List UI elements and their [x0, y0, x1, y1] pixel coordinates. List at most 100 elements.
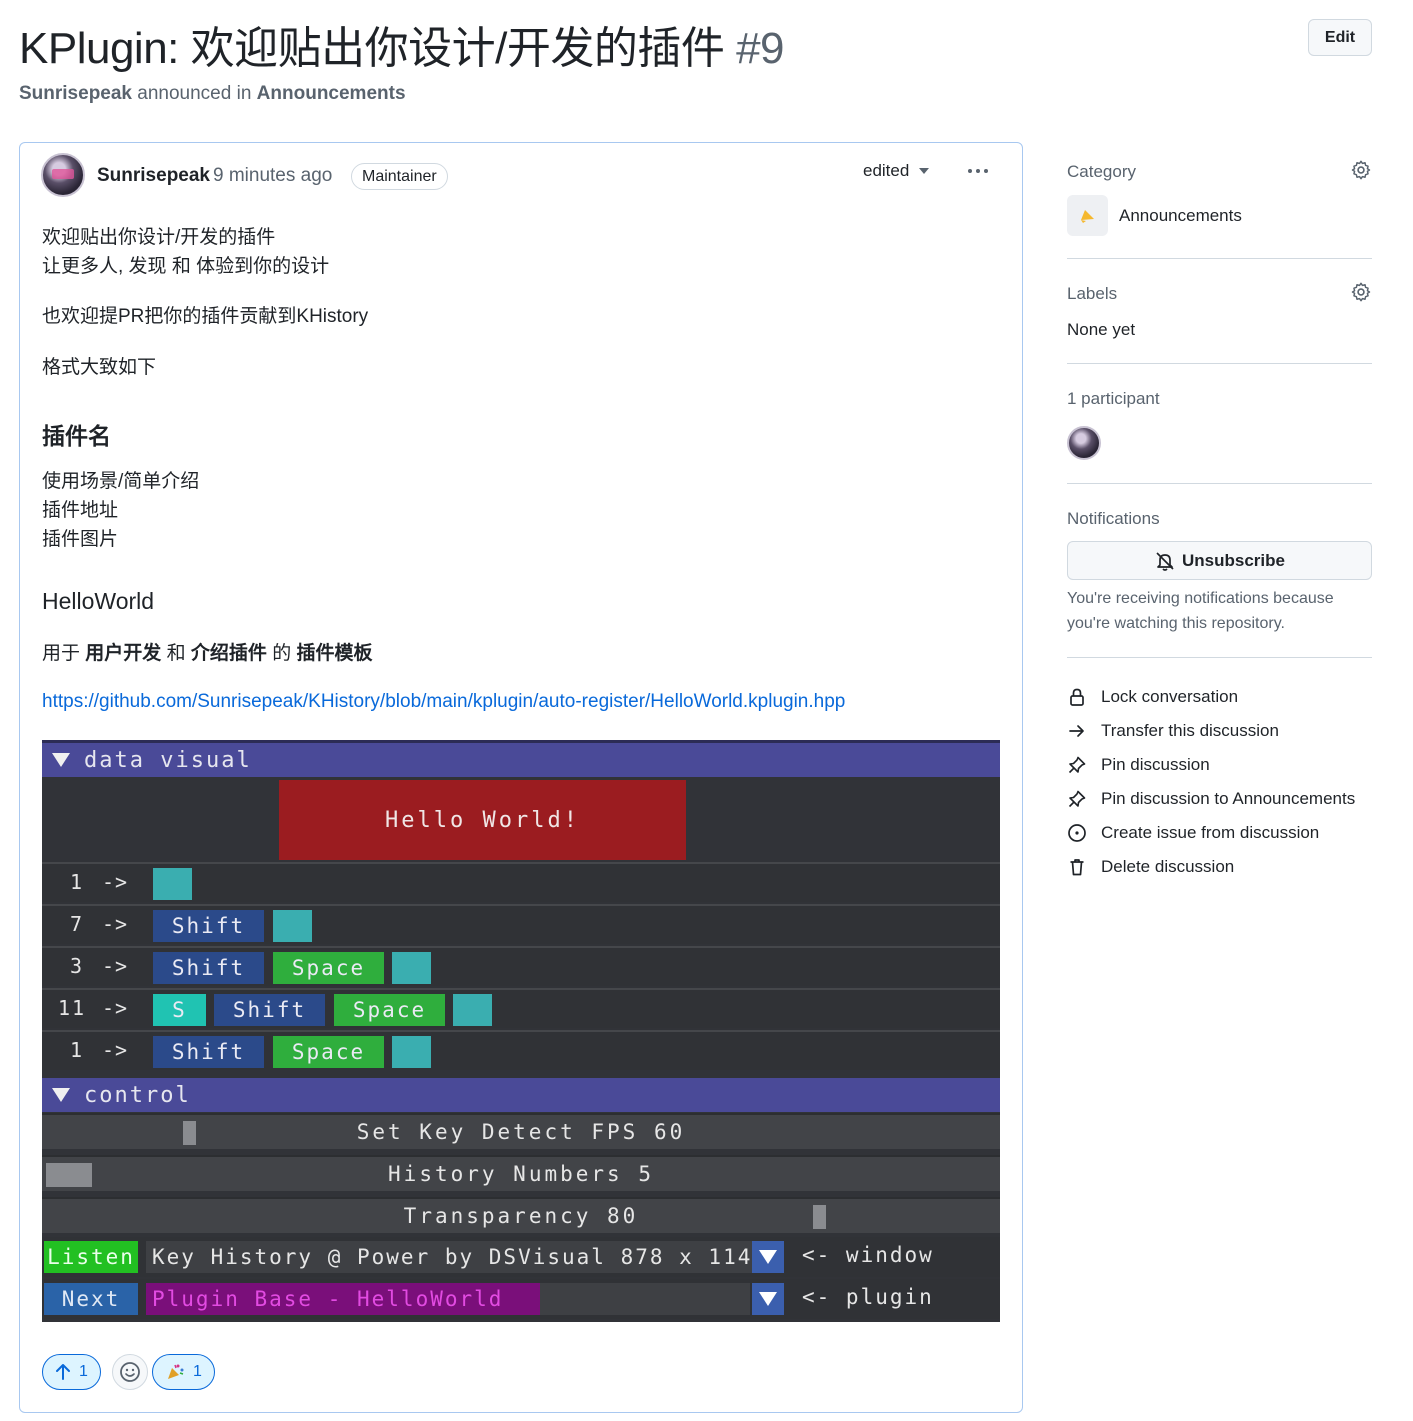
key-count: 1: [70, 870, 85, 894]
slider-label: History Numbers 5: [388, 1162, 654, 1186]
slider-grab: [183, 1121, 196, 1145]
discussion-post: Sunrisepeak 9 minutes ago Maintainer edi…: [19, 142, 1023, 1413]
plugin-label: <- plugin: [802, 1285, 934, 1309]
next-button: Next: [44, 1283, 138, 1315]
action-label: Delete discussion: [1101, 857, 1235, 876]
subtitle-author-link[interactable]: Sunrisepeak: [19, 83, 132, 104]
unsubscribe-label: Unsubscribe: [1182, 550, 1285, 570]
dropdown-arrow-icon: [752, 1283, 784, 1315]
key-history-row: 1 ->: [42, 862, 1000, 902]
key-count: 3: [70, 954, 85, 978]
edited-dropdown[interactable]: edited: [863, 161, 930, 181]
body-line-2: 让更多人, 发现 和 体验到你的设计: [42, 256, 330, 277]
collapse-triangle-icon: [52, 1088, 70, 1102]
arrow-up-icon: [56, 1364, 70, 1380]
slider-grab: [813, 1205, 826, 1229]
divider: [1067, 258, 1372, 259]
page-title: KPlugin: 欢迎贴出你设计/开发的插件 #9: [19, 12, 785, 76]
party-popper-icon: [168, 1364, 184, 1379]
delete-discussion-button[interactable]: Delete discussion: [1067, 854, 1234, 880]
slider-grab: [46, 1163, 92, 1187]
key-count: 1: [70, 1038, 85, 1062]
section-label: control: [84, 1082, 191, 1108]
reaction-count: 1: [193, 1363, 202, 1380]
post-timestamp[interactable]: 9 minutes ago: [213, 165, 332, 187]
key-shift: Shift: [153, 952, 264, 984]
gear-icon[interactable]: [1350, 281, 1372, 303]
subtitle-category-link[interactable]: Announcements: [257, 83, 406, 104]
body-line-1: 欢迎贴出你设计/开发的插件: [42, 227, 276, 248]
pin-discussion-button[interactable]: Pin discussion: [1067, 752, 1210, 778]
post-author-link[interactable]: Sunrisepeak: [97, 165, 210, 187]
transfer-discussion-button[interactable]: Transfer this discussion: [1067, 718, 1279, 744]
reaction-hooray-button[interactable]: 1: [152, 1354, 215, 1390]
pin-to-category-button[interactable]: Pin discussion to Announcements: [1067, 786, 1355, 812]
megaphone-icon: [1067, 195, 1108, 236]
notifications-explanation: You're receiving notifications because y…: [1067, 590, 1334, 632]
body-line-5: 使用场景/简单介绍: [42, 471, 200, 492]
fps-slider: Set Key Detect FPS 60: [42, 1113, 1000, 1149]
key-arrow: ->: [102, 996, 129, 1020]
add-reaction-button[interactable]: [112, 1354, 148, 1390]
window-label: <- window: [802, 1243, 934, 1267]
key-shift: Shift: [214, 994, 325, 1026]
participant-avatar[interactable]: [1067, 426, 1101, 460]
section-header-control: control: [42, 1078, 1000, 1112]
unsubscribe-button[interactable]: Unsubscribe: [1067, 541, 1372, 580]
avatar[interactable]: [41, 153, 85, 197]
hello-world-box: Hello World!: [279, 780, 686, 860]
heading-helloworld: HelloWorld: [42, 588, 155, 614]
slider-label: Transparency 80: [403, 1204, 639, 1228]
key-history-row: 1 -> Shift Space: [42, 1030, 1000, 1070]
key-count: 7: [70, 912, 85, 936]
arrow-right-icon: [1069, 725, 1084, 737]
action-label: Create issue from discussion: [1101, 823, 1320, 842]
divider: [1067, 483, 1372, 484]
plugin-combo-rest: [540, 1283, 750, 1315]
sidebar-labels-heading: Labels: [1067, 284, 1118, 303]
key-count: 11: [58, 996, 87, 1020]
body-line-6: 插件地址: [42, 500, 119, 521]
body-line-7: 插件图片: [42, 529, 119, 550]
body-line-3: 也欢迎提PR把你的插件贡献到KHistory: [42, 306, 369, 327]
lock-conversation-button[interactable]: Lock conversation: [1067, 684, 1238, 710]
reaction-count: 1: [79, 1363, 88, 1380]
title-text: KPlugin: 欢迎贴出你设计/开发的插件: [19, 24, 725, 73]
usage-and: 和: [166, 643, 186, 664]
body-line-4: 格式大致如下: [42, 357, 157, 378]
more-options-icon[interactable]: [962, 159, 994, 183]
sidebar-participants-heading: 1 participant: [1067, 389, 1160, 408]
transparency-slider: Transparency 80: [42, 1197, 1000, 1233]
key-space: Space: [273, 1036, 384, 1068]
window-combo: Key History @ Power by DSVisual 878 x 11…: [146, 1241, 760, 1273]
listen-button: Listen: [44, 1241, 138, 1273]
plugin-screenshot: data visual Hello World! 1 -> 7 -> Shift…: [42, 740, 1000, 1322]
key-history-row: 3 -> Shift Space: [42, 946, 1000, 986]
key-arrow: ->: [102, 912, 129, 936]
key-indicator: [273, 910, 312, 942]
divider: [1067, 363, 1372, 364]
discussion-number: #9: [736, 24, 785, 73]
create-issue-button[interactable]: Create issue from discussion: [1067, 820, 1319, 846]
smiley-icon: [120, 1362, 140, 1382]
labels-value: None yet: [1067, 320, 1136, 339]
reaction-thumbs-up-button[interactable]: 1: [42, 1354, 101, 1390]
usage-line: 用于 用户开发 和 介绍插件 的 插件模板: [42, 639, 373, 668]
action-label: Transfer this discussion: [1101, 721, 1279, 740]
subtitle-action: announced in: [137, 83, 252, 104]
maintainer-badge: Maintainer: [351, 163, 448, 190]
usage-bold-2: 介绍插件: [190, 643, 267, 664]
pin-icon: [1068, 756, 1086, 774]
sidebar-category-link[interactable]: Announcements: [1119, 206, 1242, 226]
plugin-source-link[interactable]: https://github.com/Sunrisepeak/KHistory/…: [42, 691, 845, 713]
plugin-combo: Plugin Base - HelloWorld: [146, 1283, 540, 1315]
section-header-data-visual: data visual: [42, 743, 1000, 777]
trash-icon: [1070, 859, 1084, 876]
key-space: Space: [273, 952, 384, 984]
edited-label: edited: [863, 161, 910, 180]
gear-icon[interactable]: [1350, 159, 1372, 181]
edit-button[interactable]: Edit: [1308, 19, 1372, 56]
key-s: S: [153, 994, 206, 1026]
issue-opened-icon: [1068, 824, 1086, 842]
key-indicator: [392, 1036, 431, 1068]
